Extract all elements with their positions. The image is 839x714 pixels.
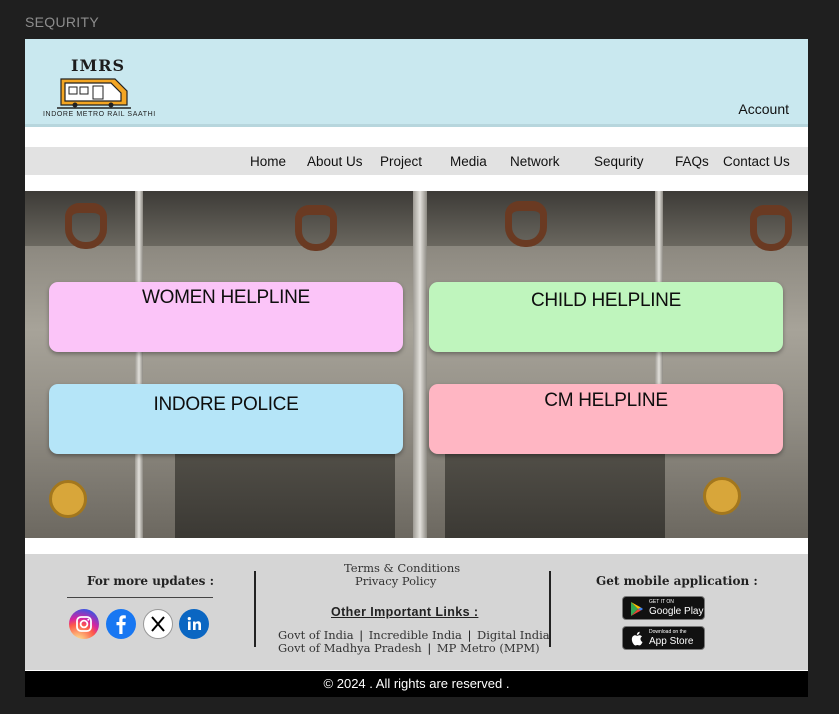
nav-item-faqs[interactable]: FAQs	[675, 154, 709, 169]
link-separator: |	[359, 628, 364, 642]
site-header: IMRS INDORE METRO RAIL SAATHI Account	[25, 39, 808, 127]
page-frame: IMRS INDORE METRO RAIL SAATHI Account Ho…	[25, 39, 808, 697]
hand-strap	[65, 203, 107, 249]
incredible-india-link[interactable]: Incredible India	[369, 628, 462, 642]
govt-of-india-link[interactable]: Govt of India	[278, 628, 354, 642]
grab-pole	[413, 191, 427, 538]
facebook-icon[interactable]	[106, 609, 136, 639]
women-helpline-card[interactable]: WOMEN HELPLINE	[49, 282, 403, 352]
terms-link[interactable]: Terms & Conditions	[344, 561, 460, 575]
google-play-big: Google Play	[649, 606, 704, 617]
hero-metro-interior: WOMEN HELPLINE CHILD HELPLINE INDORE POL…	[25, 191, 808, 538]
link-separator: |	[467, 628, 472, 642]
main-nav: Home About Us Project Media Network Sequ…	[25, 147, 808, 175]
nav-item-about-us[interactable]: About Us	[307, 154, 363, 169]
card-label: CM HELPLINE	[544, 390, 668, 411]
card-label: WOMEN HELPLINE	[142, 287, 310, 308]
mobile-app-heading: Get mobile application :	[596, 574, 758, 588]
copyright-text: © 2024 . All rights are reserved .	[323, 676, 510, 691]
nav-item-media[interactable]: Media	[450, 154, 487, 169]
app-store-small: Download on the	[649, 629, 687, 635]
app-store-big: App Store	[649, 636, 694, 647]
hand-strap	[750, 205, 792, 251]
copyright-bar: © 2024 . All rights are reserved .	[25, 671, 808, 697]
other-links-row: Govt of India | Incredible India | Digit…	[278, 628, 550, 642]
privacy-link[interactable]: Privacy Policy	[355, 574, 436, 588]
logo-caption: INDORE METRO RAIL SAATHI	[43, 111, 156, 118]
nav-item-project[interactable]: Project	[380, 154, 422, 169]
x-icon[interactable]	[143, 609, 173, 639]
grab-pole	[135, 191, 143, 538]
linkedin-icon[interactable]	[179, 609, 209, 639]
imrs-logo[interactable]: IMRS INDORE METRO RAIL SAATHI	[43, 51, 155, 121]
updates-heading: For more updates :	[87, 574, 215, 588]
mp-metro-link[interactable]: MP Metro (MPM)	[437, 641, 540, 655]
instagram-icon[interactable]	[69, 609, 99, 639]
app-store-button[interactable]: Download on the App Store	[622, 626, 705, 650]
hand-strap	[505, 201, 547, 247]
child-helpline-card[interactable]: CHILD HELPLINE	[429, 282, 783, 352]
divider	[549, 571, 551, 647]
card-label: INDORE POLICE	[153, 394, 299, 415]
logo-title: IMRS	[71, 56, 126, 75]
seat-badge-icon	[49, 480, 87, 518]
link-separator: |	[427, 641, 432, 655]
divider	[67, 597, 213, 598]
divider	[254, 571, 256, 647]
other-links-heading: Other Important Links :	[331, 605, 479, 619]
hand-strap	[295, 205, 337, 251]
apple-icon	[631, 631, 643, 646]
google-play-button[interactable]: GET IT ON Google Play	[622, 596, 705, 620]
card-label: CHILD HELPLINE	[531, 290, 681, 311]
page-label: SEQURITY	[25, 14, 99, 30]
site-footer: For more updates : Terms & Conditions Pr…	[25, 554, 808, 670]
digital-india-link[interactable]: Digital India	[477, 628, 550, 642]
google-play-small: GET IT ON	[649, 599, 674, 605]
govt-of-madhya-pradesh-link[interactable]: Govt of Madhya Pradesh	[278, 641, 422, 655]
nav-item-sequrity[interactable]: Sequrity	[594, 154, 644, 169]
cm-helpline-card[interactable]: CM HELPLINE	[429, 384, 783, 454]
metro-train-icon	[57, 78, 131, 109]
other-links-row: Govt of Madhya Pradesh | MP Metro (MPM)	[278, 641, 540, 655]
nav-item-network[interactable]: Network	[510, 154, 560, 169]
google-play-icon	[631, 602, 643, 616]
nav-item-home[interactable]: Home	[250, 154, 286, 169]
account-link[interactable]: Account	[738, 101, 789, 117]
seat-badge-icon	[703, 477, 741, 515]
nav-item-contact-us[interactable]: Contact Us	[723, 154, 790, 169]
indore-police-card[interactable]: INDORE POLICE	[49, 384, 403, 454]
